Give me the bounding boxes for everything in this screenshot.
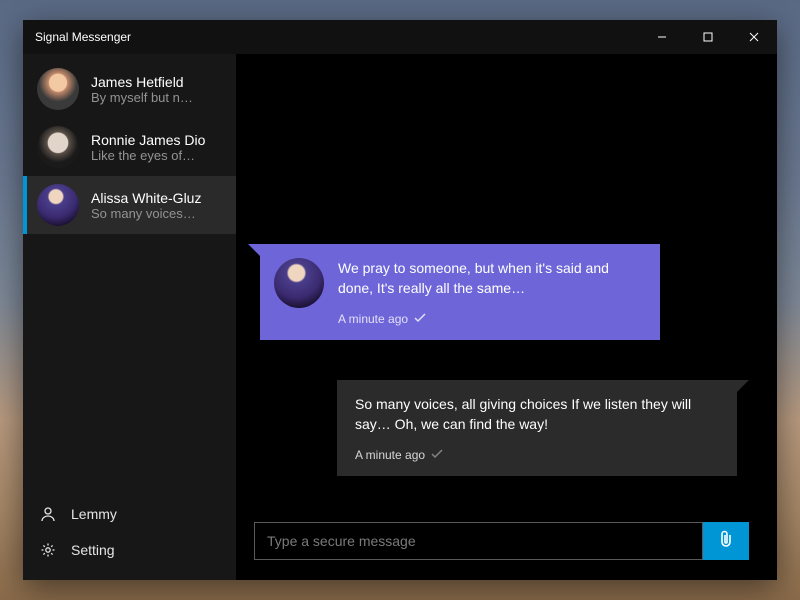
current-user[interactable]: Lemmy [23,496,236,532]
maximize-button[interactable] [685,20,731,54]
message-outgoing: So many voices, all giving choices If we… [260,380,753,476]
contact-name: Ronnie James Dio [91,132,205,148]
contact-item[interactable]: Ronnie James Dio Like the eyes of… [23,118,236,176]
contact-preview: So many voices… [91,206,201,221]
close-button[interactable] [731,20,777,54]
avatar [37,68,79,110]
message-timestamp: A minute ago [355,447,425,464]
contact-item[interactable]: James Hetfield By myself but n… [23,60,236,118]
check-icon [414,311,428,328]
attach-button[interactable] [703,522,749,560]
avatar [37,184,79,226]
contact-name: Alissa White-Gluz [91,190,201,206]
contact-item[interactable]: Alissa White-Gluz So many voices… [23,176,236,234]
message-timestamp: A minute ago [338,311,408,328]
avatar [274,258,324,308]
message-text: So many voices, all giving choices If we… [355,394,719,435]
gear-icon [39,542,57,558]
titlebar: Signal Messenger [23,20,777,54]
paperclip-icon [717,529,735,554]
contact-list: James Hetfield By myself but n… Ronnie J… [23,54,236,234]
check-icon [431,447,445,464]
avatar [37,126,79,168]
message-meta: A minute ago [338,311,642,328]
minimize-button[interactable] [639,20,685,54]
settings-label: Setting [71,542,115,558]
contact-name: James Hetfield [91,74,193,90]
contact-preview: Like the eyes of… [91,148,205,163]
app-title: Signal Messenger [35,30,131,44]
sidebar-footer: Lemmy Setting [23,490,236,580]
sidebar: James Hetfield By myself but n… Ronnie J… [23,54,236,580]
bubble-tail [735,380,749,394]
composer [236,522,777,560]
message-meta: A minute ago [355,447,719,464]
message-incoming: We pray to someone, but when it's said a… [260,244,753,340]
message-bubble: We pray to someone, but when it's said a… [260,244,660,340]
settings-button[interactable]: Setting [23,532,236,568]
chat-panel: We pray to someone, but when it's said a… [236,54,777,580]
message-bubble: So many voices, all giving choices If we… [337,380,737,476]
contact-preview: By myself but n… [91,90,193,105]
message-list: We pray to someone, but when it's said a… [236,54,777,522]
message-input[interactable] [254,522,703,560]
message-text: We pray to someone, but when it's said a… [338,258,642,299]
person-icon [39,506,57,522]
app-window: Signal Messenger James Hetfield By mysel… [23,20,777,580]
window-controls [639,20,777,54]
current-user-name: Lemmy [71,506,117,522]
